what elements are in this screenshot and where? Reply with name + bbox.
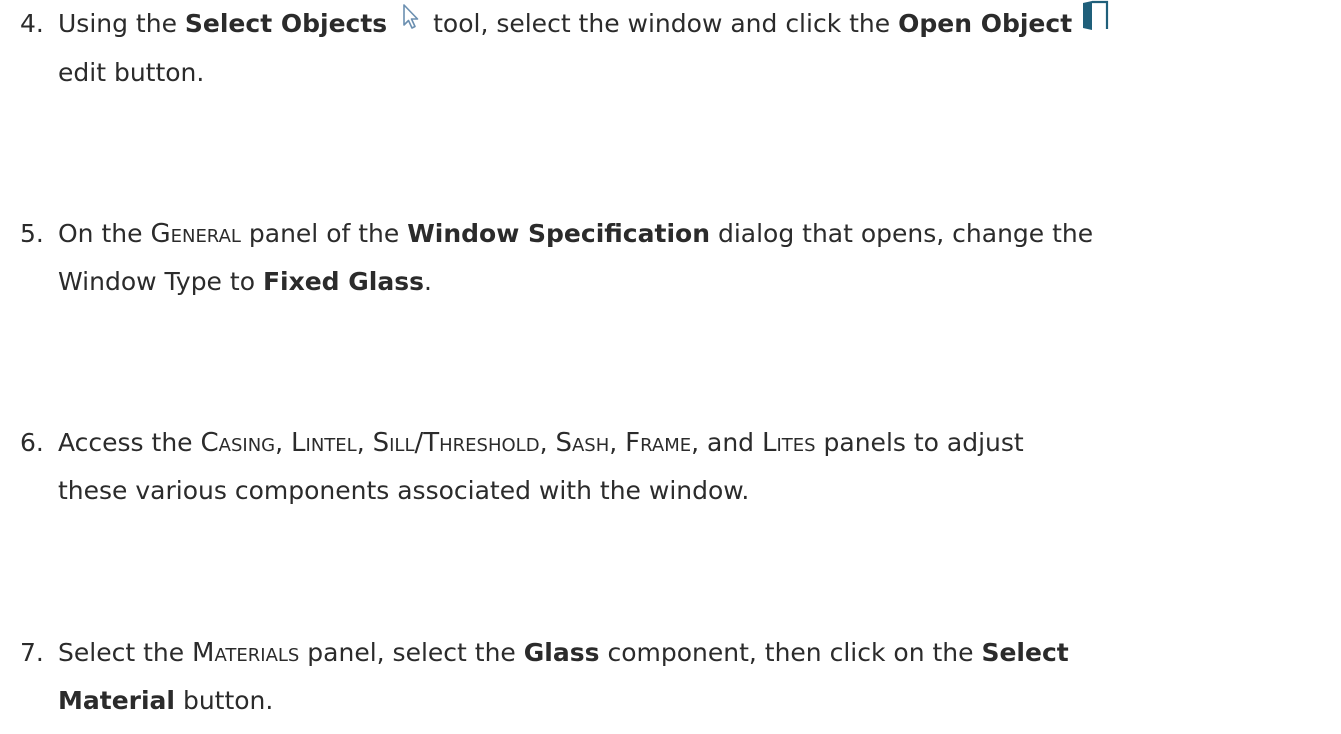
step-text: component, then click on the	[599, 638, 982, 667]
step-text: panel of the	[240, 219, 408, 248]
step-number: 7.	[20, 638, 44, 667]
glass-label: Glass	[523, 638, 600, 667]
step-text: panels to adjust	[815, 428, 1024, 457]
separator: ,	[275, 428, 292, 457]
step-4: 4. Using the Select Objects tool, select …	[20, 0, 1325, 96]
open-object-label: Open Object	[898, 9, 1073, 38]
step-text: Using the	[58, 9, 185, 38]
general-panel-label: General	[150, 219, 241, 249]
frame-panel-label: Frame	[625, 428, 692, 458]
separator: ,	[609, 428, 626, 457]
step-text: these various components associated with…	[58, 476, 750, 505]
step-number: 6.	[20, 428, 44, 457]
separator: ,	[356, 428, 373, 457]
step-text: Access the	[58, 428, 201, 457]
step-text: .	[424, 267, 432, 296]
separator: , and	[691, 428, 762, 457]
step-text: button.	[175, 686, 274, 715]
step-text: On the	[58, 219, 151, 248]
step-text: Window Type to	[58, 267, 263, 296]
arrow-cursor-icon	[395, 0, 425, 46]
window-specification-label: Window Specification	[407, 219, 710, 248]
casing-panel-label: Casing	[200, 428, 276, 458]
step-text: dialog that opens, change the	[710, 219, 1094, 248]
step-text: edit button.	[58, 57, 205, 87]
lintel-panel-label: Lintel	[291, 428, 357, 458]
step-number: 4.	[20, 9, 44, 38]
lites-panel-label: Lites	[761, 428, 816, 458]
sill-threshold-panel-label: Sill/Threshold	[372, 428, 540, 458]
step-number: 5.	[20, 219, 44, 248]
step-text: panel, select the	[299, 638, 524, 667]
select-objects-label: Select Objects	[184, 9, 388, 38]
step-7: 7. Select the Materials panel, select the…	[20, 629, 1325, 724]
sash-panel-label: Sash	[555, 428, 610, 458]
step-text: tool, select the window and click the	[425, 9, 899, 38]
step-5: 5. On the General panel of the Window Spe…	[20, 210, 1325, 305]
step-text: Select the	[58, 638, 193, 667]
open-door-icon	[1080, 0, 1110, 46]
materials-panel-label: Materials	[192, 638, 300, 668]
step-6: 6. Access the Casing, Lintel, Sill/Thresh…	[20, 419, 1325, 514]
separator: ,	[539, 428, 556, 457]
material-label: Material	[58, 686, 175, 715]
select-label: Select	[981, 638, 1069, 667]
fixed-glass-label: Fixed Glass	[262, 267, 424, 296]
